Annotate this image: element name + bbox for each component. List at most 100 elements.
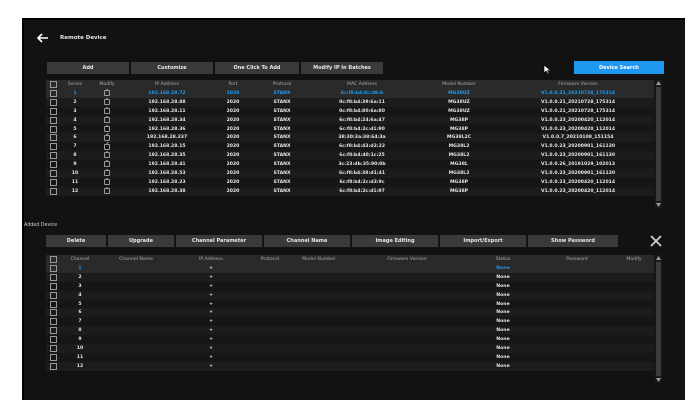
modify-cell[interactable] xyxy=(614,344,654,353)
table-row[interactable]: 1 + None xyxy=(46,264,654,273)
row-checkbox[interactable] xyxy=(46,124,60,134)
table-row[interactable]: 11 192.168.28.23 2020 STANX 6c:f8:b4:2c:d3:9… xyxy=(46,177,654,187)
row-checkbox[interactable] xyxy=(46,186,60,196)
table-row[interactable]: 5 192.168.28.36 2020 STANX 6c:f8:b4:2c:d1:90… xyxy=(46,124,654,134)
device-search-button[interactable]: Device Search xyxy=(574,61,664,74)
row-checkbox[interactable] xyxy=(46,326,60,336)
modify-icon[interactable] xyxy=(90,124,124,134)
column-header[interactable]: Series xyxy=(60,80,90,89)
modify-icon[interactable] xyxy=(90,97,124,107)
table-row[interactable]: 9 + None xyxy=(46,335,654,345)
column-header[interactable]: Protocol xyxy=(256,80,308,89)
back-arrow-icon[interactable] xyxy=(34,30,52,46)
column-header[interactable]: Protocol xyxy=(250,255,290,264)
modify-cell[interactable] xyxy=(614,352,654,362)
column-header[interactable]: Port xyxy=(210,80,256,89)
column-header[interactable]: Modify xyxy=(90,80,124,89)
column-header[interactable]: MAC Address xyxy=(308,80,416,89)
modify-icon[interactable] xyxy=(90,89,124,98)
table-row[interactable]: 6 192.168.28.237 2020 STANX 38:30:3a:38:64:3… xyxy=(46,133,654,143)
table-row[interactable]: 4 + None xyxy=(46,290,654,300)
column-header[interactable]: Status xyxy=(466,255,540,264)
modify-cell[interactable] xyxy=(614,326,654,336)
table-row[interactable]: 5 + None xyxy=(46,299,654,309)
modify-cell[interactable] xyxy=(614,308,654,318)
column-header[interactable]: Model Number xyxy=(290,255,348,264)
table-row[interactable]: 10 + None xyxy=(46,344,654,353)
row-checkbox[interactable] xyxy=(46,142,60,152)
modify-cell[interactable] xyxy=(614,299,654,309)
column-header[interactable]: Firmware Version xyxy=(502,80,654,89)
ip-address-cell[interactable]: + xyxy=(172,272,250,282)
ip-address-cell[interactable]: + xyxy=(172,290,250,300)
import-export-button[interactable]: Import/Export xyxy=(440,235,526,247)
ip-address-cell[interactable]: + xyxy=(172,317,250,327)
close-icon[interactable] xyxy=(650,235,662,247)
column-header[interactable]: Password xyxy=(540,255,614,264)
ip-address-cell[interactable]: + xyxy=(172,352,250,362)
table-row[interactable]: 3 + None xyxy=(46,281,654,291)
row-checkbox[interactable] xyxy=(46,361,60,371)
table-row[interactable]: 10 192.168.28.53 2020 STANX 6c:f8:b4:38:d1:4… xyxy=(46,169,654,178)
modify-icon[interactable] xyxy=(90,142,124,152)
table-row[interactable]: 9 192.168.28.41 2020 STANX 3c:23:db:35:90:0b… xyxy=(46,160,654,170)
row-checkbox[interactable] xyxy=(46,133,60,143)
column-header[interactable]: Firmware Version xyxy=(348,255,466,264)
table-row[interactable]: 3 192.168.28.11 2020 STANX 0c:f8:b4:80:6a:80… xyxy=(46,106,654,116)
row-checkbox[interactable] xyxy=(46,317,60,327)
modify-cell[interactable] xyxy=(614,317,654,327)
ip-address-cell[interactable]: + xyxy=(172,281,250,291)
column-header[interactable]: Channel xyxy=(60,255,100,264)
row-checkbox[interactable] xyxy=(46,177,60,187)
ip-address-cell[interactable]: + xyxy=(172,299,250,309)
table-row[interactable]: 8 192.168.28.35 2020 STANX 6c:f8:b4:40:1c:25… xyxy=(46,151,654,161)
row-checkbox[interactable] xyxy=(46,272,60,282)
row-checkbox[interactable] xyxy=(46,335,60,345)
modify-cell[interactable] xyxy=(614,335,654,345)
channel-parameter-button[interactable]: Channel Parameter xyxy=(176,235,262,247)
table-row[interactable]: 2 + None xyxy=(46,272,654,282)
row-checkbox[interactable] xyxy=(46,308,60,318)
table-row[interactable]: 12 192.168.28.38 2020 STANX 6c:f8:b4:2c:d1:9… xyxy=(46,186,654,196)
column-header[interactable]: IP Address xyxy=(172,255,250,264)
added-table-scrollbar[interactable] xyxy=(655,255,662,383)
row-checkbox[interactable] xyxy=(46,290,60,300)
modify-icon[interactable] xyxy=(90,160,124,170)
column-header[interactable]: IP Address xyxy=(124,80,210,89)
ip-address-cell[interactable]: + xyxy=(172,344,250,353)
delete-button[interactable]: Delete xyxy=(46,235,106,247)
table-row[interactable]: 7 192.168.28.15 2020 STANX 6c:f8:b4:43:d2:22… xyxy=(46,142,654,152)
image-editing-button[interactable]: Image Editing xyxy=(352,235,438,247)
select-all-checkbox[interactable] xyxy=(46,80,60,89)
column-header[interactable]: Modify xyxy=(614,255,654,264)
ip-address-cell[interactable]: + xyxy=(172,326,250,336)
modify-icon[interactable] xyxy=(90,151,124,161)
modify-cell[interactable] xyxy=(614,290,654,300)
modify-cell[interactable] xyxy=(614,281,654,291)
modify-cell[interactable] xyxy=(614,272,654,282)
show-password-button[interactable]: Show Password xyxy=(528,235,618,247)
row-checkbox[interactable] xyxy=(46,106,60,116)
row-checkbox[interactable] xyxy=(46,97,60,107)
row-checkbox[interactable] xyxy=(46,281,60,291)
modify-icon[interactable] xyxy=(90,186,124,196)
row-checkbox[interactable] xyxy=(46,352,60,362)
table-row[interactable]: 6 + None xyxy=(46,308,654,318)
table-row[interactable]: 12 + None xyxy=(46,361,654,371)
remote-table-scrollbar[interactable] xyxy=(655,80,662,208)
modify-icon[interactable] xyxy=(90,133,124,143)
one-click-add-button[interactable]: One Click To Add xyxy=(215,62,299,74)
table-row[interactable]: 11 + None xyxy=(46,352,654,362)
modify-cell[interactable] xyxy=(614,361,654,371)
row-checkbox[interactable] xyxy=(46,160,60,170)
row-checkbox[interactable] xyxy=(46,89,60,98)
modify-icon[interactable] xyxy=(90,169,124,178)
row-checkbox[interactable] xyxy=(46,115,60,125)
table-row[interactable]: 7 + None xyxy=(46,317,654,327)
row-checkbox[interactable] xyxy=(46,264,60,273)
table-row[interactable]: 8 + None xyxy=(46,326,654,336)
table-row[interactable]: 4 192.168.28.34 2020 STANX 6c:f8:b4:24:6a:47… xyxy=(46,115,654,125)
modify-icon[interactable] xyxy=(90,115,124,125)
row-checkbox[interactable] xyxy=(46,299,60,309)
table-row[interactable]: 1 192.168.28.72 2020 STANX 6c:f8:b4:8c:d8:b M… xyxy=(46,89,654,98)
